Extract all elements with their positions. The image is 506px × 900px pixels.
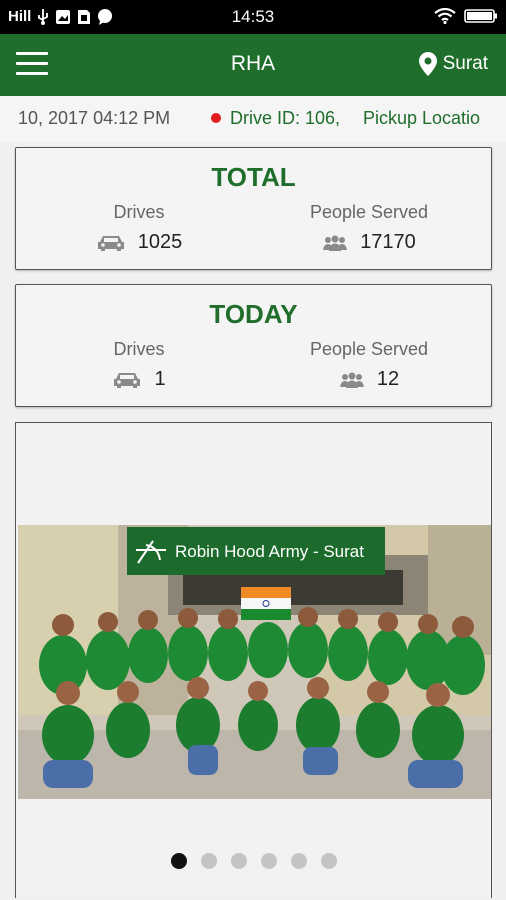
ticker-date: 10, 2017 04:12 PM [18, 108, 171, 128]
carousel-indicators [16, 853, 491, 869]
battery-icon [464, 9, 497, 23]
ticker-pickup: Pickup Locatio [363, 108, 481, 128]
today-drives-value: 1 [154, 368, 166, 390]
ticker-drive-id: Drive ID: 106, [230, 108, 341, 128]
status-right [434, 8, 498, 24]
carousel-dot[interactable] [260, 853, 277, 869]
total-drives: Drives 1025 [29, 202, 249, 254]
people-icon [323, 235, 348, 251]
carousel-dot[interactable] [170, 853, 187, 869]
carousel-dot[interactable] [200, 853, 217, 869]
total-people: People Served 17170 [259, 202, 479, 254]
ticker-dot [211, 113, 221, 123]
today-drives: Drives 1 [29, 339, 249, 391]
today-people-value: 12 [376, 368, 400, 390]
total-people-value: 17170 [360, 231, 416, 253]
status-time: 14:53 [231, 7, 275, 26]
today-people: People Served 12 [259, 339, 479, 391]
location-label: Surat [442, 53, 488, 74]
carousel-dot[interactable] [320, 853, 337, 869]
car-icon [97, 235, 124, 251]
today-heading: TODAY [209, 299, 298, 329]
banner-overlay: Robin Hood Army - Surat [175, 542, 364, 561]
app-bar: RHA Surat [0, 34, 506, 96]
total-people-label: People Served [309, 202, 429, 222]
status-bar: Hill 14:53 [0, 0, 506, 34]
drive-ticker[interactable]: 10, 2017 04:12 PM Drive ID: 106, Pickup … [0, 96, 506, 142]
photo-carousel[interactable]: Robin Hood Army - Surat [15, 422, 492, 898]
wifi-icon [434, 8, 456, 24]
carousel-dot[interactable] [290, 853, 307, 869]
total-stats-card: TOTAL Drives 1025 People Served 17170 [15, 147, 492, 270]
car-icon [114, 372, 141, 388]
total-drives-label: Drives [113, 202, 165, 222]
location-selector[interactable]: Surat [418, 52, 488, 76]
today-stats-card: TODAY Drives 1 People Served 12 [15, 284, 492, 407]
carousel-slide-photo[interactable]: Robin Hood Army - Surat [18, 525, 491, 799]
total-drives-value: 1025 [137, 231, 183, 253]
today-people-label: People Served [309, 339, 429, 359]
banner-text: Robin Hood Army - Surat [175, 542, 364, 561]
today-drives-label: Drives [113, 339, 165, 359]
carousel-dot[interactable] [230, 853, 247, 869]
people-icon [339, 372, 364, 388]
location-pin-icon [418, 52, 437, 76]
total-heading: TOTAL [211, 162, 296, 192]
